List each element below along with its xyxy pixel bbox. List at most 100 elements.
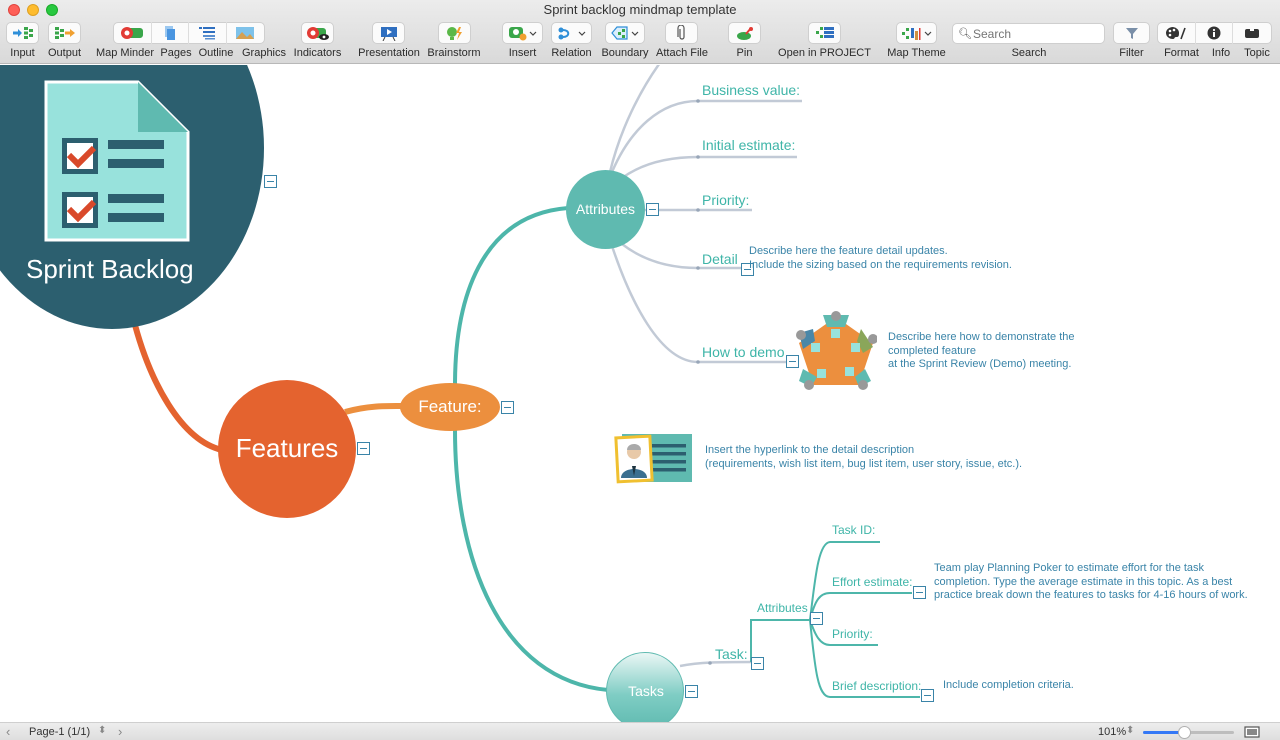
topic-task-id[interactable]: Task ID: bbox=[832, 523, 875, 537]
team-meeting-image bbox=[796, 311, 877, 390]
branch-feature-attributes bbox=[453, 206, 569, 386]
branch-root-features bbox=[132, 324, 223, 453]
brainstorm-button[interactable] bbox=[438, 22, 471, 44]
zoom-slider-thumb[interactable] bbox=[1177, 726, 1191, 739]
graphics-button[interactable] bbox=[227, 22, 264, 44]
presentation-label: Presentation bbox=[358, 47, 420, 59]
hyperlink-note[interactable]: Insert the hyperlink to the detail descr… bbox=[705, 444, 1022, 471]
tasks-node[interactable]: Tasks bbox=[606, 652, 684, 722]
hyperlink-note-line: Insert the hyperlink to the detail descr… bbox=[705, 444, 915, 456]
boundary-button[interactable] bbox=[605, 22, 645, 44]
project-icon bbox=[815, 27, 834, 38]
root-node-label: Sprint Backlog bbox=[26, 254, 194, 284]
collapse-root-button[interactable] bbox=[264, 175, 277, 188]
open-in-project-button[interactable] bbox=[808, 22, 841, 44]
collapse-tasks-button[interactable] bbox=[685, 685, 698, 698]
collapse-features-button[interactable] bbox=[357, 442, 370, 455]
window-title: Sprint backlog mindmap template bbox=[543, 2, 737, 17]
detail-note: Describe here the feature detail updates… bbox=[749, 245, 1012, 272]
outline-label: Outline bbox=[198, 47, 234, 59]
topic-task[interactable]: Task: bbox=[715, 646, 748, 662]
brainstorm-icon bbox=[446, 26, 462, 40]
search-input[interactable] bbox=[952, 23, 1105, 44]
insert-icon bbox=[508, 26, 536, 40]
relation-icon bbox=[558, 27, 585, 39]
output-icon bbox=[54, 27, 75, 39]
topic-priority[interactable]: Priority: bbox=[702, 192, 749, 208]
outline-button[interactable] bbox=[189, 22, 227, 44]
hyperlink-note-line: (requirements, wish list item, bug list … bbox=[705, 457, 1023, 470]
topic-icon bbox=[1245, 28, 1260, 38]
input-button[interactable] bbox=[6, 22, 39, 44]
demo-note-line: Describe here how to demonstrate the bbox=[888, 331, 1075, 343]
branch-task-attributes bbox=[750, 619, 810, 662]
topic-brief-description[interactable]: Brief description: bbox=[832, 679, 921, 693]
presentation-button[interactable] bbox=[372, 22, 405, 44]
filter-label: Filter bbox=[1119, 47, 1144, 59]
pin-button[interactable] bbox=[728, 22, 761, 44]
info-label: Info bbox=[1211, 47, 1231, 59]
topic-how-to-demo[interactable]: How to demo bbox=[702, 344, 784, 360]
topic-task-priority[interactable]: Priority: bbox=[832, 627, 873, 641]
search-icon: 🔍︎ bbox=[958, 28, 972, 40]
insert-button[interactable] bbox=[502, 22, 543, 44]
attach-file-button[interactable] bbox=[665, 22, 698, 44]
mindmap-canvas[interactable]: Sprint Backlog Features Feature: Attribu… bbox=[0, 65, 1280, 722]
pages-icon bbox=[164, 26, 175, 40]
detail-note-line: Describe here the feature detail updates… bbox=[749, 245, 948, 257]
collapse-effort-estimate-button[interactable] bbox=[913, 586, 926, 599]
collapse-attributes-button[interactable] bbox=[646, 203, 659, 216]
graphics-icon bbox=[236, 27, 255, 39]
user-profile-card-image bbox=[614, 434, 692, 484]
zoom-stepper-icon[interactable]: ⬍ bbox=[1126, 725, 1134, 736]
output-button[interactable] bbox=[48, 22, 81, 44]
fit-page-icon[interactable] bbox=[1244, 726, 1260, 738]
branch-effort-estimate bbox=[809, 592, 912, 621]
page-stepper-icon[interactable]: ⬍ bbox=[98, 725, 106, 736]
topic-initial-estimate[interactable]: Initial estimate: bbox=[702, 137, 795, 153]
collapse-feature-button[interactable] bbox=[501, 401, 514, 414]
search-label: Search bbox=[1011, 47, 1047, 59]
attach-file-label: Attach File bbox=[656, 47, 708, 59]
zoom-slider[interactable] bbox=[1143, 726, 1234, 739]
map-theme-button[interactable] bbox=[896, 22, 937, 44]
branch-feature-tasks bbox=[453, 429, 609, 692]
next-page-icon[interactable]: › bbox=[118, 724, 122, 739]
info-button[interactable] bbox=[1196, 22, 1234, 44]
view-segment-group bbox=[113, 22, 265, 44]
pages-button[interactable] bbox=[152, 22, 189, 44]
previous-page-icon[interactable]: ‹ bbox=[6, 724, 10, 739]
map-minder-button[interactable] bbox=[114, 22, 152, 44]
collapse-task-attributes-button[interactable] bbox=[810, 612, 823, 625]
collapse-brief-description-button[interactable] bbox=[921, 689, 934, 702]
topic-task-attributes[interactable]: Attributes bbox=[757, 601, 808, 615]
indicators-icon bbox=[306, 26, 329, 40]
indicators-button[interactable] bbox=[301, 22, 334, 44]
brainstorm-label: Brainstorm bbox=[427, 47, 481, 59]
input-label: Input bbox=[10, 47, 35, 59]
boundary-label: Boundary bbox=[601, 47, 649, 59]
attributes-node[interactable]: Attributes bbox=[566, 170, 645, 249]
filter-button[interactable] bbox=[1113, 22, 1150, 44]
status-bar: ‹ Page-1 (1/1) ⬍ › 101% ⬍ bbox=[0, 722, 1280, 740]
info-icon bbox=[1207, 26, 1221, 40]
branch-tasks-task bbox=[679, 660, 753, 668]
format-button[interactable] bbox=[1158, 22, 1196, 44]
filter-icon bbox=[1125, 28, 1138, 39]
features-node[interactable]: Features bbox=[218, 380, 356, 518]
feature-node[interactable]: Feature: bbox=[400, 383, 500, 431]
topic-button[interactable] bbox=[1233, 22, 1271, 44]
effort-note-line: Team play Planning Poker to estimate eff… bbox=[934, 562, 1205, 574]
topic-detail[interactable]: Detail bbox=[702, 251, 738, 267]
relation-button[interactable] bbox=[551, 22, 592, 44]
presentation-icon bbox=[380, 26, 397, 41]
pin-label: Pin bbox=[736, 47, 753, 59]
tasks-node-label: Tasks bbox=[628, 683, 664, 699]
format-label: Format bbox=[1164, 47, 1199, 59]
collapse-task-button[interactable] bbox=[751, 657, 764, 670]
checklist-document-icon bbox=[44, 80, 190, 242]
topic-business-value[interactable]: Business value: bbox=[702, 82, 800, 98]
effort-note-line: completion. Type the average estimate in… bbox=[934, 575, 1233, 588]
demo-note-line: completed feature bbox=[888, 344, 977, 357]
topic-effort-estimate[interactable]: Effort estimate: bbox=[832, 575, 912, 589]
